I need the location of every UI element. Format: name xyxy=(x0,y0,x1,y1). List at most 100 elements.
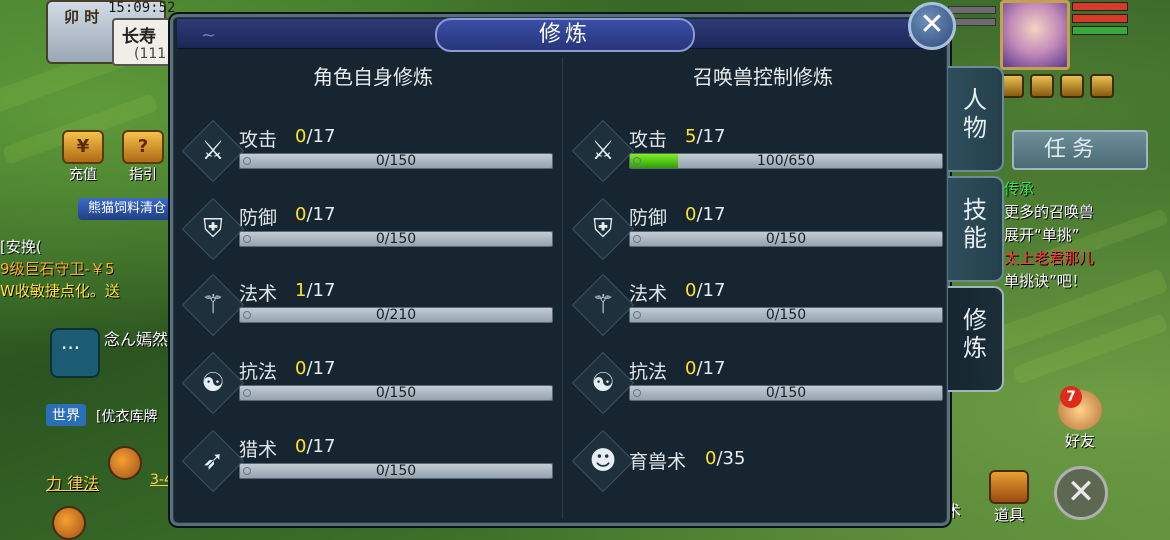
chat-preview[interactable]: [安挽( 9级巨石守卫-￥5 W收敏捷点化。送 xyxy=(0,236,176,302)
friends-icon: 7 xyxy=(1058,386,1102,430)
training-level: 5/17 xyxy=(685,126,725,147)
tiger-emoji-icon xyxy=(108,446,142,480)
player-hp-bar xyxy=(1072,14,1128,23)
training-row[interactable]: ⚚ 法术 1/17 0/210 xyxy=(177,271,557,341)
training-level: 0/35 xyxy=(705,448,745,469)
tab-training-label: 修 xyxy=(963,306,987,334)
minimap-location[interactable]: 长寿 (111 xyxy=(112,18,172,66)
training-level-max: /17 xyxy=(696,204,726,225)
training-level-current: 0 xyxy=(295,204,307,225)
training-name: 猎术 xyxy=(239,439,278,461)
location-coord: (111 xyxy=(134,46,167,62)
training-row[interactable]: ☯ 抗法 0/17 0/150 xyxy=(567,349,947,419)
training-level-max: /17 xyxy=(306,358,336,379)
training-level-max: /35 xyxy=(716,448,746,469)
training-progress-bar: 0/150 xyxy=(629,385,943,401)
progress-text: 0/150 xyxy=(765,231,807,247)
close-panel-button[interactable]: ✕ xyxy=(908,2,956,50)
task-line: 单挑诀”吧！ xyxy=(1004,272,1087,290)
training-row[interactable]: ⛨ 防御 0/17 0/150 xyxy=(177,195,557,265)
training-level-current: 5 xyxy=(685,126,697,147)
sword-icon: ⚔ xyxy=(201,136,225,166)
items-label: 道具 xyxy=(993,506,1024,524)
training-level: 0/17 xyxy=(295,204,335,225)
training-level: 0/17 xyxy=(685,358,725,379)
player-portrait-avatar[interactable] xyxy=(1000,0,1070,70)
beast-icon: ☻ xyxy=(589,446,617,476)
treasure-chest-icon xyxy=(989,470,1029,504)
training-level-current: 0 xyxy=(685,204,697,225)
training-row[interactable]: ⚔ 攻击 0/17 0/150 xyxy=(177,117,557,187)
training-level: 0/17 xyxy=(685,280,725,301)
training-panel: ~ ~ 修炼 角色自身修炼 召唤兽控制修炼 ⚔ 攻击 0/17 0/150 ⛨ 防御 0/1… xyxy=(170,14,950,526)
recharge-button[interactable]: ¥ 充值 xyxy=(58,130,108,184)
progress-text: 0/150 xyxy=(375,153,417,169)
guide-button[interactable]: ? 指引 xyxy=(118,130,168,184)
task-description[interactable]: 传承 更多的召唤兽 展开“单挑” 太上老君那儿 单挑诀”吧！ xyxy=(1004,178,1094,293)
training-progress-bar: 0/150 xyxy=(239,385,553,401)
training-level: 0/17 xyxy=(295,358,335,379)
training-level-current: 0 xyxy=(295,436,307,457)
training-level-current: 0 xyxy=(295,126,307,147)
friends-button[interactable]: 7 好友 xyxy=(1052,386,1108,451)
tab-character-label: 人 xyxy=(963,86,987,114)
tiger-emoji-icon xyxy=(52,506,86,540)
event-banner[interactable]: 熊猫饲料清仓 xyxy=(78,198,174,220)
training-name: 防御 xyxy=(629,207,668,229)
close-hud-button[interactable]: ✕ xyxy=(1054,466,1108,520)
training-level-current: 0 xyxy=(685,358,697,379)
shichen-label: 卯 时 xyxy=(64,8,100,26)
cloud-ornament-icon: ~ xyxy=(201,25,217,46)
training-name: 育兽术 xyxy=(629,451,687,473)
training-level: 0/17 xyxy=(685,204,725,225)
items-button[interactable]: 道具 xyxy=(986,470,1032,525)
training-progress-bar: 0/150 xyxy=(629,307,943,323)
tab-skills[interactable]: 技 能 xyxy=(948,176,1004,282)
yin-yang-icon: ☯ xyxy=(591,368,615,398)
player-link[interactable]: 力 律法 xyxy=(46,470,99,494)
chat-bubble-button[interactable] xyxy=(50,328,100,378)
shield-icon: ⛨ xyxy=(593,214,613,244)
training-name: 攻击 xyxy=(239,129,278,151)
training-row[interactable]: ⛨ 防御 0/17 0/150 xyxy=(567,195,947,265)
buff-icon[interactable] xyxy=(1030,74,1054,98)
training-level-max: /17 xyxy=(306,126,336,147)
progress-text: 0/210 xyxy=(375,307,417,323)
pet-hp-bar xyxy=(948,6,996,14)
tab-training[interactable]: 修 炼 xyxy=(948,286,1004,392)
left-section-title-text: 角色自身修炼 xyxy=(313,65,433,89)
training-level-current: 0 xyxy=(295,358,307,379)
training-row[interactable]: ⚔ 攻击 5/17 100/650 xyxy=(567,117,947,187)
guide-label: 指引 xyxy=(129,167,157,183)
task-line: 更多的召唤兽 xyxy=(1004,203,1095,221)
tab-character[interactable]: 人 物 xyxy=(948,66,1004,172)
training-progress-bar: 100/650 xyxy=(629,153,943,169)
progress-text: 0/150 xyxy=(375,231,417,247)
training-progress-bar: 0/150 xyxy=(239,153,553,169)
right-section-title-text: 召唤兽控制修炼 xyxy=(693,65,833,89)
left-section-title: 角色自身修炼 xyxy=(183,61,563,90)
buff-icon[interactable] xyxy=(1090,74,1114,98)
world-channel-tag[interactable]: 世界 xyxy=(46,404,86,426)
panel-title-bar: ~ ~ 修炼 xyxy=(177,18,943,52)
training-level: 0/17 xyxy=(295,126,335,147)
question-scroll-icon: ? xyxy=(122,130,164,164)
tab-skills-label: 能 xyxy=(963,224,987,252)
training-row[interactable]: ➶ 猎术 0/17 0/150 xyxy=(177,427,557,497)
training-row[interactable]: ⚚ 法术 0/17 0/150 xyxy=(567,271,947,341)
training-name: 法术 xyxy=(239,283,278,305)
task-line: 展开“单挑” xyxy=(1004,226,1080,244)
section-divider xyxy=(562,57,563,519)
training-row[interactable]: ☻ 育兽术 0/35 xyxy=(567,427,947,497)
buff-icon[interactable] xyxy=(1060,74,1084,98)
notification-badge: 7 xyxy=(1060,386,1082,408)
player-mp-bar xyxy=(1072,26,1128,35)
magic-staff-icon: ⚚ xyxy=(201,290,225,320)
task-button[interactable]: 任务 xyxy=(1012,130,1148,170)
panel-title: 修炼 xyxy=(435,18,695,52)
shield-icon: ⛨ xyxy=(203,214,223,244)
clock: 15:09:52 xyxy=(108,0,176,16)
training-row[interactable]: ☯ 抗法 0/17 0/150 xyxy=(177,349,557,419)
training-name: 攻击 xyxy=(629,129,668,151)
sword-icon: ⚔ xyxy=(591,136,615,166)
